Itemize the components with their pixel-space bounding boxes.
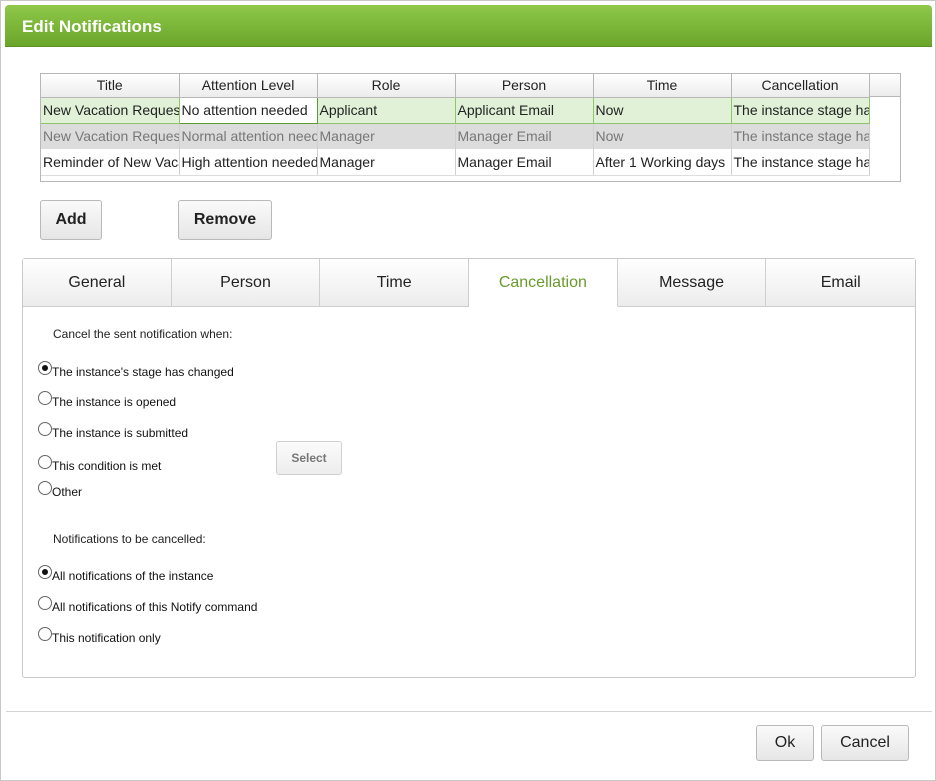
cell-time[interactable]: Now bbox=[593, 96, 732, 124]
radio-instance-submitted[interactable]: The instance is submitted bbox=[38, 422, 189, 440]
remove-button[interactable]: Remove bbox=[178, 200, 272, 240]
footer-divider bbox=[6, 711, 932, 712]
cell-time[interactable]: Now bbox=[593, 123, 732, 149]
radio-label: Other bbox=[52, 485, 83, 499]
radio-this-notification[interactable]: This notification only bbox=[38, 627, 161, 645]
column-header-title[interactable]: Title bbox=[41, 74, 180, 98]
notification-settings-panel: General Person Time Cancellation Message… bbox=[22, 258, 916, 678]
radio-instance-opened[interactable]: The instance is opened bbox=[38, 391, 177, 409]
radio-unchecked-icon[interactable] bbox=[38, 422, 52, 436]
notifications-to-cancel-label: Notifications to be cancelled: bbox=[53, 532, 206, 546]
radio-label: All notifications of this Notify command bbox=[52, 600, 258, 614]
cell-cancellation[interactable]: The instance stage has changed bbox=[731, 149, 870, 176]
notifications-grid: Title Attention Level Role Person Time C… bbox=[40, 73, 901, 182]
cell-role[interactable]: Manager bbox=[317, 123, 456, 149]
tab-general[interactable]: General bbox=[23, 259, 172, 307]
add-button[interactable]: Add bbox=[40, 200, 102, 240]
radio-all-notify-command[interactable]: All notifications of this Notify command bbox=[38, 596, 258, 614]
column-header-role[interactable]: Role bbox=[317, 74, 456, 98]
column-header-time[interactable]: Time bbox=[593, 74, 732, 98]
table-row[interactable]: Reminder of New Vacation Request High at… bbox=[41, 149, 870, 176]
radio-all-instance[interactable]: All notifications of the instance bbox=[38, 565, 214, 583]
cancel-button[interactable]: Cancel bbox=[821, 725, 909, 761]
cell-role[interactable]: Manager bbox=[317, 149, 456, 176]
tab-message[interactable]: Message bbox=[617, 259, 767, 307]
tab-strip: General Person Time Cancellation Message… bbox=[23, 259, 916, 307]
radio-label: This notification only bbox=[52, 631, 161, 645]
radio-unchecked-icon[interactable] bbox=[38, 627, 52, 641]
column-header-person[interactable]: Person bbox=[455, 74, 594, 98]
radio-label: The instance's stage has changed bbox=[52, 365, 234, 379]
cell-person[interactable]: Applicant Email bbox=[455, 96, 594, 124]
ok-button[interactable]: Ok bbox=[756, 725, 814, 761]
cell-person[interactable]: Manager Email bbox=[455, 123, 594, 149]
select-condition-button[interactable]: Select bbox=[276, 441, 342, 475]
tab-time[interactable]: Time bbox=[320, 259, 470, 307]
radio-condition-met[interactable]: This condition is met bbox=[38, 455, 162, 473]
radio-unchecked-icon[interactable] bbox=[38, 455, 52, 469]
cell-role[interactable]: Applicant bbox=[317, 96, 456, 124]
cell-attention-level-editor[interactable]: No attention needed bbox=[178, 96, 318, 124]
radio-unchecked-icon[interactable] bbox=[38, 596, 52, 610]
grid-header-row: Title Attention Level Role Person Time C… bbox=[41, 74, 870, 98]
cell-cancellation[interactable]: The instance stage has changed bbox=[731, 123, 870, 149]
cell-attention-level[interactable]: High attention needed bbox=[179, 149, 318, 176]
radio-stage-changed[interactable]: The instance's stage has changed bbox=[38, 361, 234, 379]
radio-label: The instance is opened bbox=[52, 395, 177, 409]
cell-person[interactable]: Manager Email bbox=[455, 149, 594, 176]
radio-label: All notifications of the instance bbox=[52, 569, 214, 583]
radio-checked-icon[interactable] bbox=[38, 361, 52, 375]
tab-person[interactable]: Person bbox=[171, 259, 321, 307]
cell-title[interactable]: New Vacation Request bbox=[41, 123, 180, 149]
radio-unchecked-icon[interactable] bbox=[38, 391, 52, 405]
grid-header-filler bbox=[869, 74, 900, 97]
cell-title[interactable]: Reminder of New Vacation Request bbox=[41, 149, 180, 176]
radio-checked-icon[interactable] bbox=[38, 565, 52, 579]
cell-time[interactable]: After 1 Working days bbox=[593, 149, 732, 176]
tab-cancellation[interactable]: Cancellation bbox=[469, 259, 618, 307]
tab-email[interactable]: Email bbox=[766, 259, 916, 307]
dialog-title-bar[interactable]: Edit Notifications bbox=[5, 5, 932, 47]
radio-label: This condition is met bbox=[52, 459, 162, 473]
cancel-when-label: Cancel the sent notification when: bbox=[53, 327, 233, 341]
cell-title[interactable]: New Vacation Request bbox=[41, 96, 180, 124]
table-row[interactable]: New Vacation Request No attention needed… bbox=[41, 96, 870, 124]
dialog-title: Edit Notifications bbox=[22, 17, 162, 36]
cell-cancellation[interactable]: The instance stage has changed bbox=[731, 96, 870, 124]
column-header-attention-level[interactable]: Attention Level bbox=[179, 74, 318, 98]
radio-other[interactable]: Other bbox=[38, 481, 83, 499]
edit-notifications-dialog: Edit Notifications Title Attention Level… bbox=[0, 0, 936, 781]
column-header-cancellation[interactable]: Cancellation bbox=[731, 74, 870, 98]
table-row[interactable]: New Vacation Request Normal attention ne… bbox=[41, 123, 870, 149]
radio-unchecked-icon[interactable] bbox=[38, 481, 52, 495]
radio-label: The instance is submitted bbox=[52, 426, 189, 440]
cell-attention-level[interactable]: Normal attention needed bbox=[179, 123, 318, 149]
